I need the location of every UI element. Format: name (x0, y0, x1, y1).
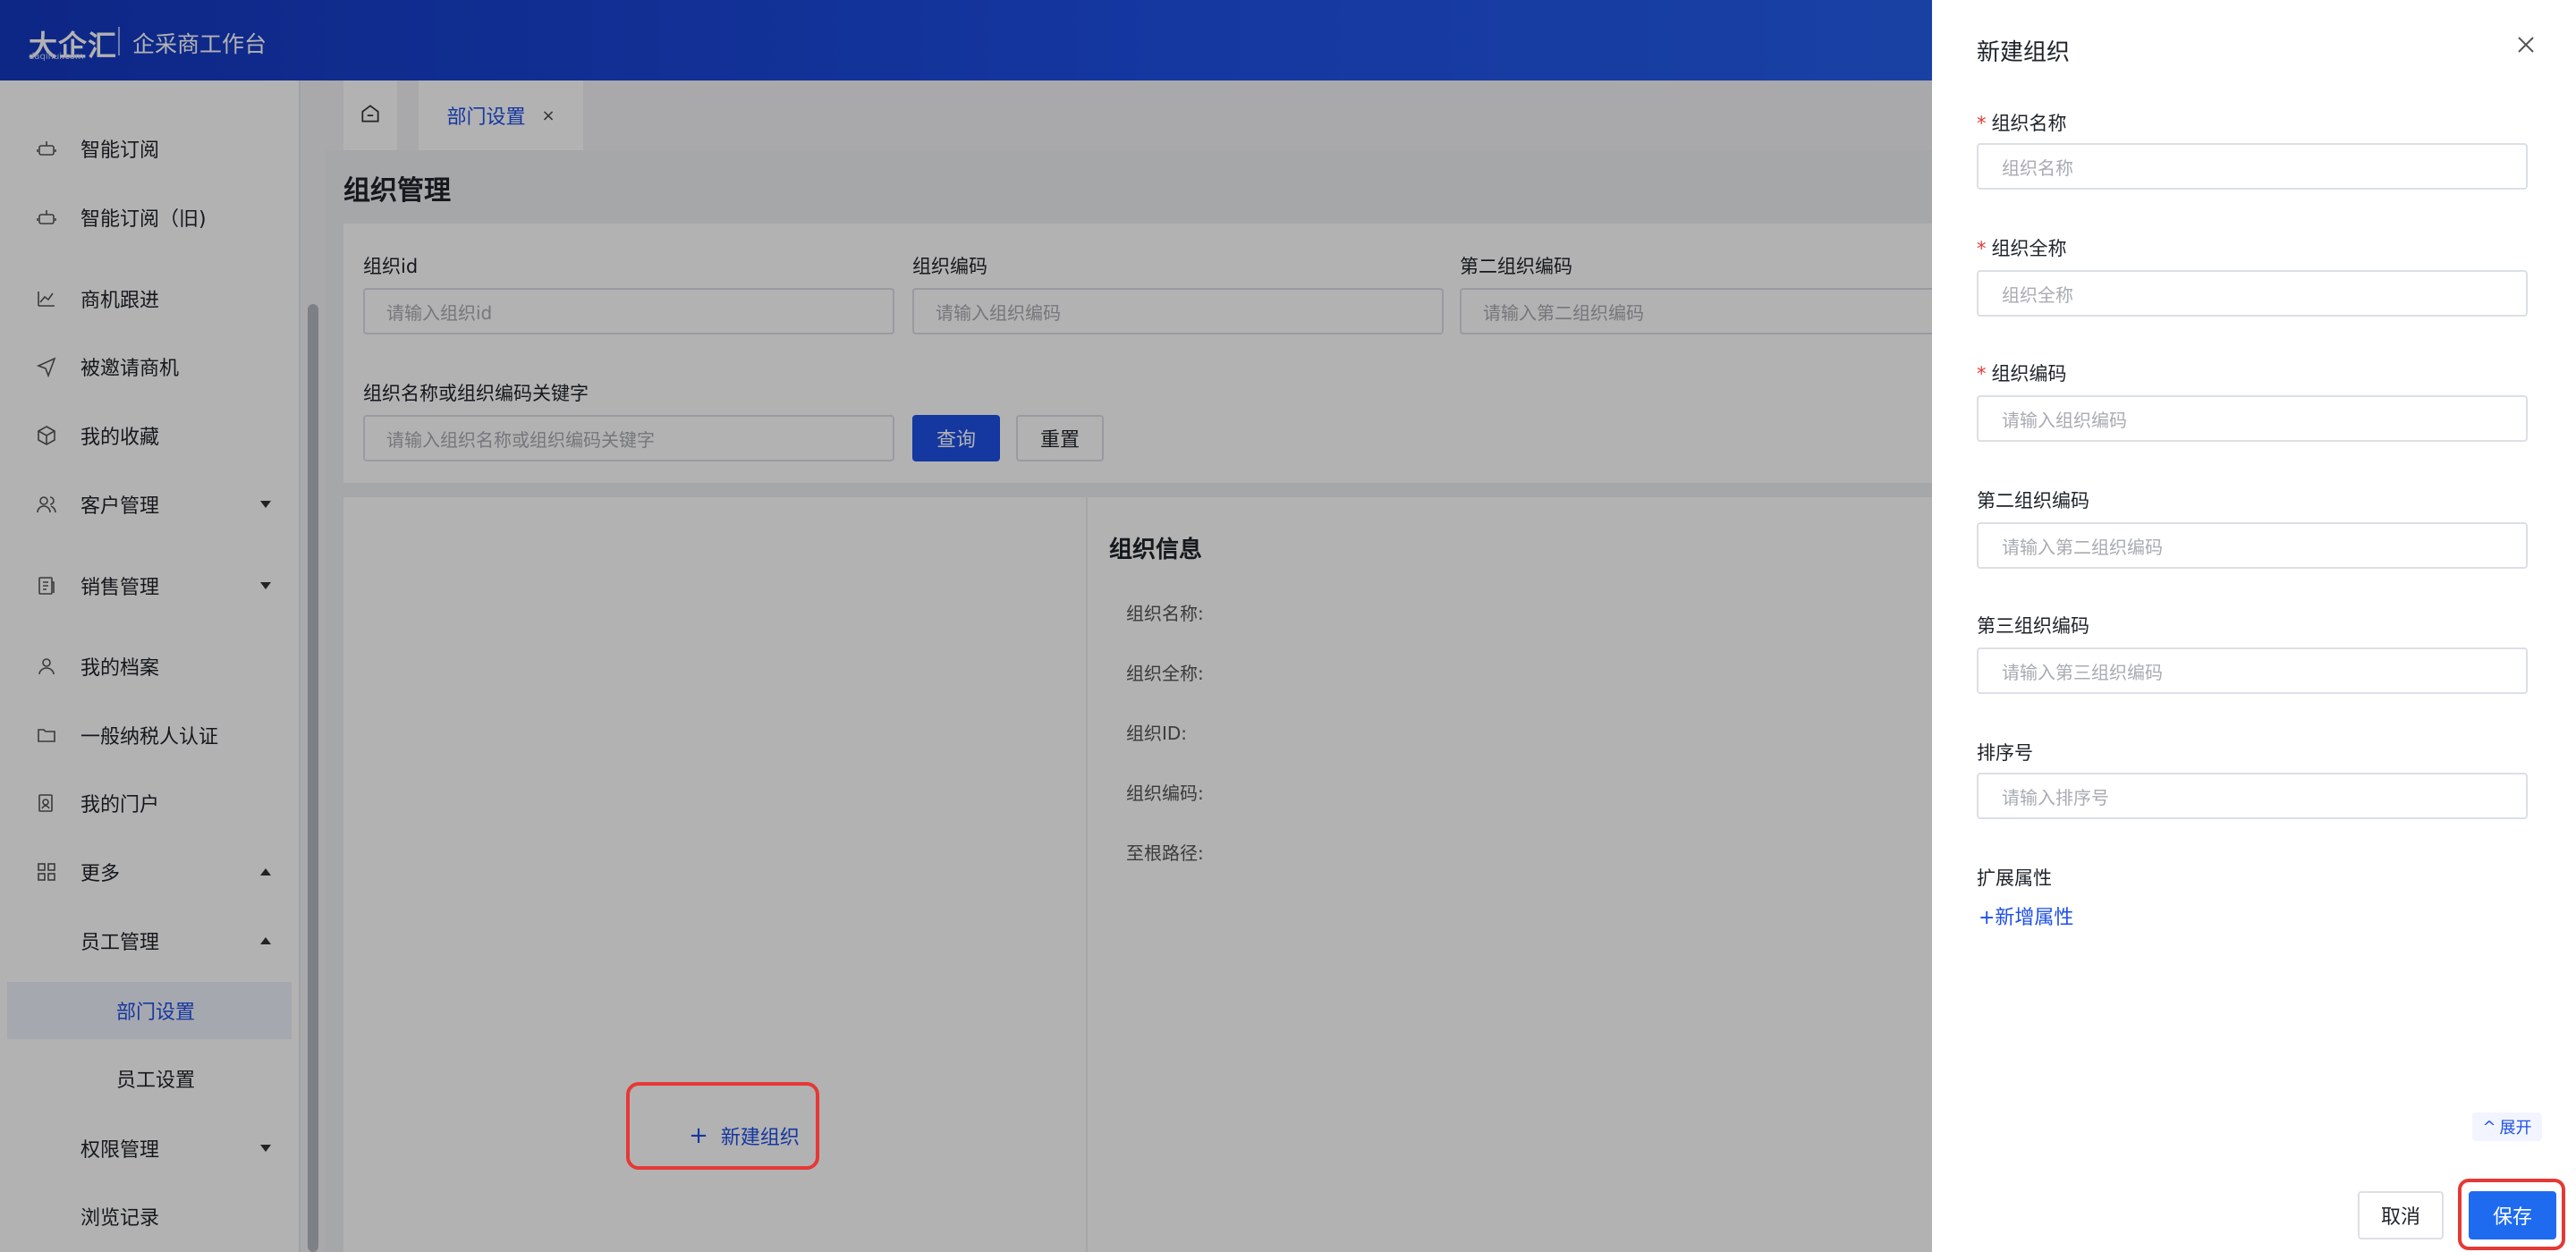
add-attr-button[interactable]: +新增属性 (1979, 901, 2073, 930)
org-name-label: * 组织名称 (1977, 113, 2067, 134)
new-org-drawer: 新建组织 * 组织名称 组织名称 * 组织全称 组织全称 * 组织编码 请输入组织编码… (1932, 0, 2576, 1252)
expand-label: 展开 (2499, 1119, 2532, 1138)
cancel-button[interactable]: 取消 (2358, 1191, 2444, 1239)
org-code2-label: 第二组织编码 (1977, 490, 2089, 512)
org-code3-input[interactable]: 请输入第三组织编码 (1977, 647, 2528, 694)
org-code-label: * 组织编码 (1977, 363, 2067, 385)
org-code3-label: 第三组织编码 (1977, 615, 2089, 637)
drawer-title: 新建组织 (1977, 39, 2071, 66)
highlight-box (626, 1082, 819, 1170)
modal-mask[interactable] (0, 0, 1932, 1252)
org-name-input[interactable]: 组织名称 (1977, 143, 2528, 190)
sort-label: 排序号 (1977, 742, 2033, 764)
org-code-input[interactable]: 请输入组织编码 (1977, 395, 2528, 442)
org-fullname-label: * 组织全称 (1977, 238, 2067, 259)
org-fullname-input[interactable]: 组织全称 (1977, 270, 2528, 317)
close-icon[interactable] (2512, 30, 2540, 59)
highlight-box (2458, 1179, 2565, 1250)
org-code2-input[interactable]: 请输入第二组织编码 (1977, 522, 2528, 569)
expand-button[interactable]: ^ 展开 (2472, 1112, 2542, 1141)
chevron-up-icon: ^ (2482, 1117, 2496, 1137)
sort-input[interactable]: 请输入排序号 (1977, 773, 2528, 819)
ext-attr-label: 扩展属性 (1977, 867, 2052, 889)
